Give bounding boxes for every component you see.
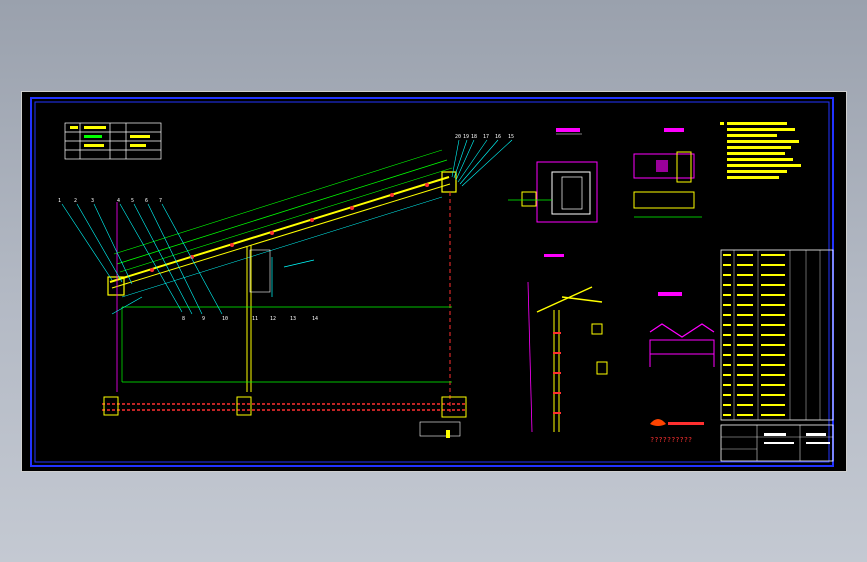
balloon-11: 11 [252, 316, 258, 322]
balloon-4: 4 [117, 198, 120, 204]
parts-list-table [720, 249, 834, 421]
company-note: ?????????? [650, 436, 692, 444]
balloon-10: 10 [222, 316, 228, 322]
balloon-3: 3 [91, 198, 94, 204]
section-view-3 [649, 292, 715, 367]
balloon-6: 6 [145, 198, 148, 204]
balloon-12: 12 [270, 316, 276, 322]
balloon-2: 2 [74, 198, 77, 204]
section-view-2 [633, 128, 702, 218]
balloon-19: 19 [463, 134, 469, 140]
balloon-16: 16 [495, 134, 501, 140]
head-drive-unit [441, 171, 457, 193]
technical-requirements [720, 122, 801, 179]
company-logo [650, 419, 704, 426]
section-view-1 [508, 128, 598, 223]
balloon-17: 17 [483, 134, 489, 140]
balloon-15: 15 [508, 134, 514, 140]
balloon-9: 9 [202, 316, 205, 322]
balloon-5: 5 [131, 198, 134, 204]
balloon-13: 13 [290, 316, 296, 322]
balloon-1: 1 [58, 198, 61, 204]
balloon-7: 7 [159, 198, 162, 204]
main-conveyor-elevation [107, 149, 457, 412]
balloon-20: 20 [455, 134, 461, 140]
balloon-8: 8 [182, 316, 185, 322]
detail-view-support [527, 254, 608, 433]
title-block [720, 424, 834, 462]
cad-drawing-sheet: 20 19 18 17 16 15 1 2 3 4 5 6 7 8 9 10 1… [21, 91, 847, 472]
foundation-plan [102, 396, 467, 438]
balloon-18: 18 [471, 134, 477, 140]
drawing-inner-border [34, 101, 830, 463]
balloon-14: 14 [312, 316, 318, 322]
spec-table-top-left [64, 122, 162, 160]
